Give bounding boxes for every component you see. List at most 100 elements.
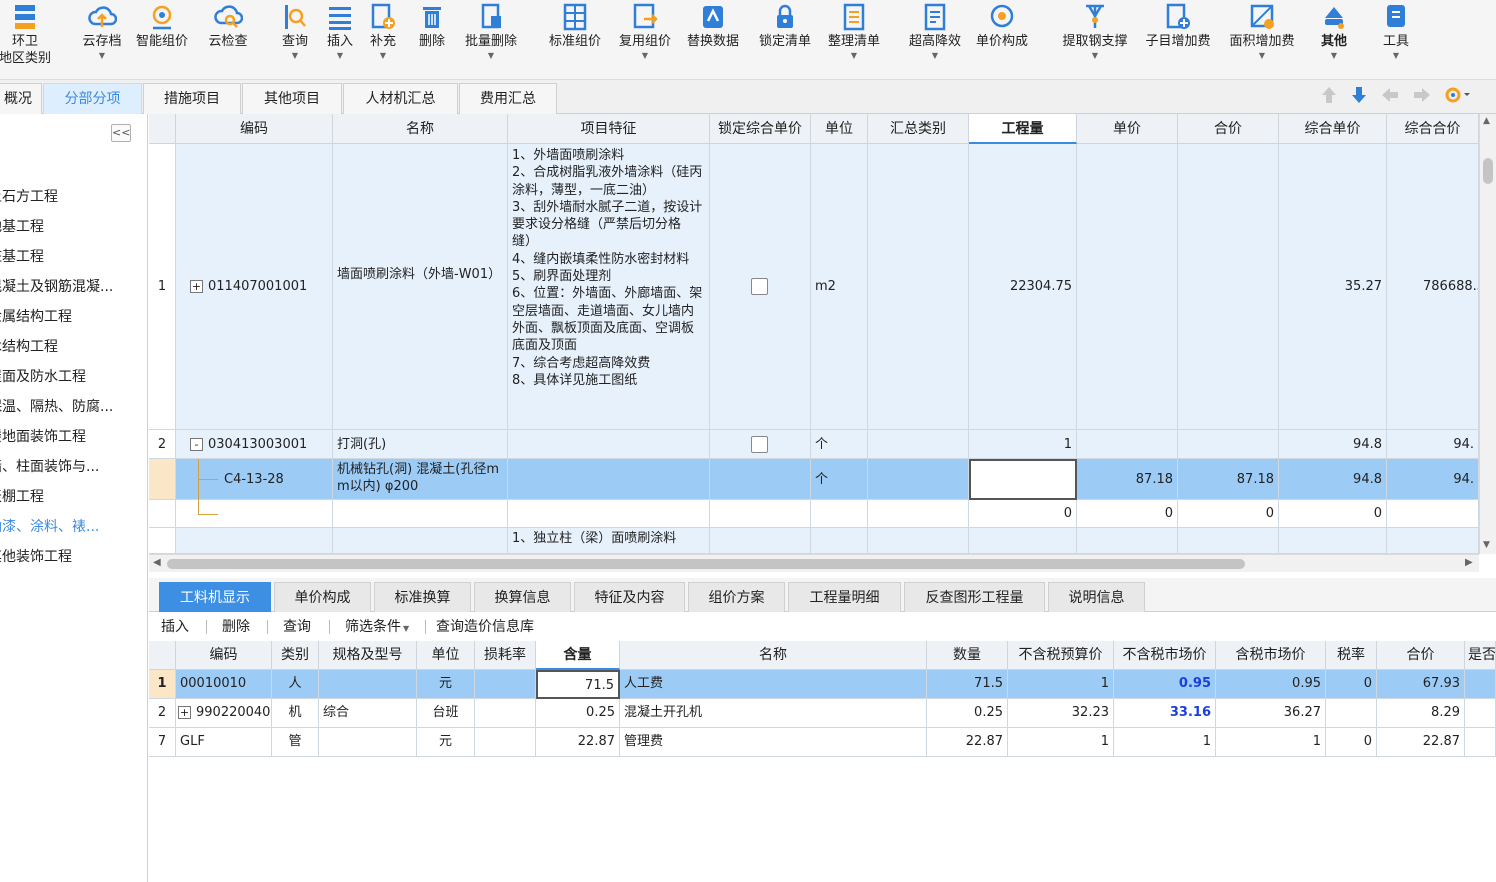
summary-category[interactable] bbox=[868, 144, 969, 430]
material-total[interactable]: 22.87 bbox=[1377, 728, 1465, 757]
item-unit[interactable] bbox=[811, 528, 868, 554]
item-feature[interactable] bbox=[508, 430, 710, 459]
high-efficiency-button[interactable]: 超高降效 ▼ bbox=[902, 0, 968, 80]
tools-button[interactable]: 工具 ▼ bbox=[1378, 0, 1414, 80]
item-comp-total[interactable]: 94. bbox=[1387, 430, 1479, 459]
tree-item[interactable]: 墙、柱面装饰与... bbox=[0, 452, 132, 482]
material-type[interactable]: 管 bbox=[272, 728, 319, 757]
item-quantity[interactable]: 1 bbox=[969, 430, 1077, 459]
item-price[interactable]: 0 bbox=[1077, 500, 1178, 528]
tab-sub-items[interactable]: 分部分项 bbox=[43, 83, 142, 114]
item-unit[interactable] bbox=[811, 500, 868, 528]
item-name[interactable] bbox=[333, 528, 508, 554]
item-quantity[interactable]: 0 bbox=[969, 500, 1077, 528]
material-loss[interactable] bbox=[475, 670, 536, 699]
item-name[interactable]: 打洞(孔) bbox=[333, 430, 508, 459]
item-unit[interactable]: 个 bbox=[811, 459, 868, 500]
tree-item[interactable]: 保温、隔热、防腐... bbox=[0, 392, 132, 422]
tree-item[interactable]: 其他装饰工程 bbox=[0, 542, 132, 572]
material-name[interactable]: 混凝土开孔机 bbox=[620, 699, 927, 728]
tab-conversion-info[interactable]: 换算信息 bbox=[474, 582, 571, 612]
scroll-right-icon[interactable]: ▶ bbox=[1465, 557, 1473, 568]
material-unit[interactable]: 台班 bbox=[417, 699, 475, 728]
material-name[interactable]: 人工费 bbox=[620, 670, 927, 699]
tree-item[interactable]: 地基工程 bbox=[0, 212, 132, 242]
tax-market-price[interactable]: 36.27 bbox=[1216, 699, 1326, 728]
area-fee-button[interactable]: 面积增加费 ▼ bbox=[1222, 0, 1302, 80]
column-header[interactable]: 编码 bbox=[176, 641, 272, 670]
horizontal-scrollbar[interactable]: ◀ ▶ bbox=[149, 554, 1479, 572]
price-database-button[interactable]: 查询造价信息库 bbox=[436, 613, 534, 641]
item-comp-price[interactable]: 35.27 bbox=[1279, 144, 1387, 430]
item-comp-total[interactable]: 786688.5 bbox=[1387, 144, 1479, 430]
column-header[interactable]: 合价 bbox=[1377, 641, 1465, 670]
tab-other-items[interactable]: 其他项目 bbox=[242, 83, 342, 114]
extra-cell[interactable] bbox=[1465, 670, 1496, 699]
item-code[interactable]: +011407001001 bbox=[176, 144, 333, 430]
move-down-icon[interactable] bbox=[1350, 85, 1368, 105]
market-price[interactable]: 1 bbox=[1114, 728, 1216, 757]
column-header[interactable]: 综合合价 bbox=[1387, 114, 1479, 144]
subitem-fee-button[interactable]: 子目增加费 bbox=[1138, 0, 1218, 80]
unit-price-button[interactable]: 单价构成 bbox=[970, 0, 1034, 80]
item-unit[interactable]: 个 bbox=[811, 430, 868, 459]
vertical-scrollbar[interactable]: ▲ ▼ bbox=[1479, 114, 1496, 554]
column-header[interactable]: 合价 bbox=[1178, 114, 1279, 144]
move-up-icon[interactable] bbox=[1320, 85, 1338, 105]
tab-overview[interactable]: 概况 bbox=[0, 83, 42, 114]
tree-item[interactable]: 屋面及防水工程 bbox=[0, 362, 132, 392]
expand-icon[interactable]: + bbox=[178, 706, 191, 719]
tab-features-content[interactable]: 特征及内容 bbox=[574, 582, 685, 612]
region-category-button[interactable]: 环卫 地区类别 bbox=[0, 0, 51, 80]
item-total[interactable] bbox=[1178, 430, 1279, 459]
item-name[interactable] bbox=[333, 500, 508, 528]
column-header[interactable]: 综合单价 bbox=[1279, 114, 1387, 144]
item-comp-total[interactable] bbox=[1387, 528, 1479, 554]
collapse-icon[interactable]: - bbox=[190, 438, 203, 451]
material-spec[interactable]: 综合 bbox=[319, 699, 417, 728]
market-price[interactable]: 0.95 bbox=[1114, 670, 1216, 699]
column-header[interactable]: 汇总类别 bbox=[868, 114, 969, 144]
material-type[interactable]: 人 bbox=[272, 670, 319, 699]
column-header[interactable]: 数量 bbox=[927, 641, 1008, 670]
budget-price[interactable]: 1 bbox=[1008, 728, 1114, 757]
collapse-tree-button[interactable]: << bbox=[111, 124, 131, 142]
item-feature[interactable]: 1、独立柱（梁）面喷刷涂料 bbox=[508, 528, 710, 554]
summary-category[interactable] bbox=[868, 459, 969, 500]
material-content[interactable]: 0.25 bbox=[536, 699, 620, 728]
tab-quantity-details[interactable]: 工程量明细 bbox=[788, 582, 901, 612]
scrollbar-thumb[interactable] bbox=[167, 559, 1245, 569]
column-header[interactable]: 损耗率 bbox=[475, 641, 536, 670]
material-content[interactable]: 22.87 bbox=[536, 728, 620, 757]
tree-item[interactable]: 天棚工程 bbox=[0, 482, 132, 512]
delete-button[interactable]: 删除 bbox=[222, 613, 250, 641]
reuse-price-button[interactable]: 复用组价 ▼ bbox=[613, 0, 677, 80]
item-total[interactable] bbox=[1178, 528, 1279, 554]
material-qty[interactable]: 71.5 bbox=[927, 670, 1008, 699]
item-code[interactable]: -030413003001 bbox=[176, 430, 333, 459]
delete-button[interactable]: 删除 bbox=[414, 0, 450, 80]
column-header[interactable]: 名称 bbox=[333, 114, 508, 144]
item-feature[interactable] bbox=[508, 500, 710, 528]
column-header[interactable]: 锁定综合单价 bbox=[710, 114, 811, 144]
scroll-left-icon[interactable]: ◀ bbox=[153, 557, 161, 568]
tab-labor-material-summary[interactable]: 人材机汇总 bbox=[343, 83, 458, 114]
column-header[interactable]: 是否 bbox=[1465, 641, 1496, 670]
smart-price-button[interactable]: 智能组价 bbox=[131, 0, 193, 80]
tree-item[interactable]: 金属结构工程 bbox=[0, 302, 132, 332]
column-header[interactable]: 单价 bbox=[1077, 114, 1178, 144]
organize-list-button[interactable]: 整理清单 ▼ bbox=[822, 0, 886, 80]
item-feature[interactable]: 1、外墙面喷刷涂料 2、合成树脂乳液外墙涂料（硅丙涂料，薄型，一底二油） 3、刮… bbox=[508, 144, 710, 430]
cloud-check-button[interactable]: 云检查 bbox=[204, 0, 252, 80]
move-left-icon[interactable] bbox=[1380, 86, 1400, 104]
material-code[interactable]: 00010010 bbox=[176, 670, 272, 699]
lock-list-button[interactable]: 锁定清单 bbox=[754, 0, 816, 80]
tab-measures[interactable]: 措施项目 bbox=[143, 83, 241, 114]
tree-item[interactable]: 混凝土及钢筋混凝... bbox=[0, 272, 132, 302]
budget-price[interactable]: 32.23 bbox=[1008, 699, 1114, 728]
tab-pricing-scheme[interactable]: 组价方案 bbox=[688, 582, 785, 612]
extra-cell[interactable] bbox=[1465, 699, 1496, 728]
material-qty[interactable]: 22.87 bbox=[927, 728, 1008, 757]
column-header-selected[interactable]: 工程量 bbox=[969, 114, 1077, 144]
settings-icon[interactable] bbox=[1444, 85, 1470, 105]
